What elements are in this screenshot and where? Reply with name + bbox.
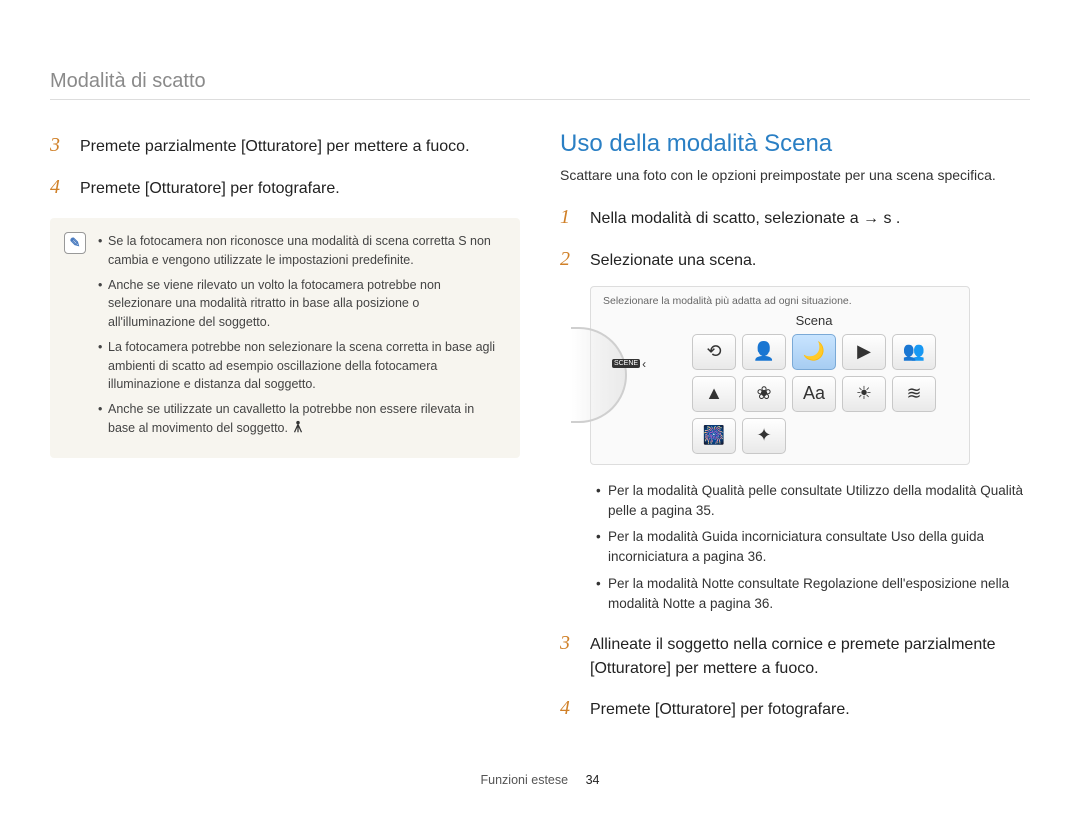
step-text: Selezionate una scena. (590, 249, 756, 273)
right-step-2: 2 Selezionate una scena. (560, 244, 1030, 274)
note-list: Se la fotocamera non riconosce una modal… (98, 232, 502, 438)
scene-notes-list: Per la modalità Qualità pelle consultate… (596, 481, 1030, 615)
tripod-icon (291, 420, 305, 434)
scene-note-item: Per la modalità Guida incorniciatura con… (596, 527, 1030, 568)
scene-icon-anti-shake[interactable]: ⟲ (692, 334, 736, 370)
scene-icon-text[interactable]: Aa (792, 376, 836, 412)
step-number: 4 (560, 693, 576, 723)
scene-badge-label: SCENE (612, 359, 640, 368)
right-step-3: 3 Allineate il soggetto nella cornice e … (560, 628, 1030, 681)
step-text: Premete [Otturatore] per fotografare. (590, 698, 850, 722)
scene-icon-night[interactable]: 🌙 (792, 334, 836, 370)
scene-note-item: Per la modalità Notte consultate Regolaz… (596, 574, 1030, 615)
step-text: Premete [Otturatore] per fotografare. (80, 177, 340, 201)
note-item: La fotocamera potrebbe non selezionare l… (98, 338, 502, 394)
step-number: 4 (50, 172, 66, 202)
scene-grid-title: Scena (667, 313, 961, 328)
scene-icon-firework[interactable]: 🎆 (692, 418, 736, 454)
page-header: Modalità di scatto (50, 70, 1030, 100)
scene-hint: Selezionare la modalità più adatta ad og… (603, 295, 957, 307)
left-step-4: 4 Premete [Otturatore] per fotografare. (50, 172, 520, 202)
footer-section: Funzioni estese (481, 773, 569, 787)
step-number: 1 (560, 202, 576, 232)
scene-icon-portrait[interactable]: 👤 (742, 334, 786, 370)
right-step-4: 4 Premete [Otturatore] per fotografare. (560, 693, 1030, 723)
note-box: ✎ Se la fotocamera non riconosce una mod… (50, 218, 520, 458)
scene-icon-sunset[interactable]: ☀ (842, 376, 886, 412)
chevron-left-icon: ‹ (642, 357, 646, 371)
scene-main: Scena ⟲ 👤 🌙 ▶ 👥 ▲ ❀ Aa ☀ ≋ 🎆 ✦ (667, 313, 961, 454)
page-footer: Funzioni estese 34 (0, 773, 1080, 787)
scene-icon-closeup[interactable]: ❀ (742, 376, 786, 412)
scene-icon-play[interactable]: ▶ (842, 334, 886, 370)
scene-mode-badge: SCENE ‹ (612, 357, 646, 371)
scene-panel: Selezionare la modalità più adatta ad og… (590, 286, 970, 465)
scene-icon-children[interactable]: 👥 (892, 334, 936, 370)
scene-icon-landscape[interactable]: ▲ (692, 376, 736, 412)
scene-body: SCENE ‹ Scena ⟲ 👤 🌙 ▶ 👥 ▲ ❀ Aa (599, 313, 961, 454)
step-text: Nella modalità di scatto, selezionate a … (590, 207, 900, 231)
scene-dial: SCENE ‹ (599, 313, 659, 371)
step-text: Allineate il soggetto nella cornice e pr… (590, 633, 1030, 681)
note-item: Se la fotocamera non riconosce una modal… (98, 232, 502, 270)
step-number: 3 (50, 130, 66, 160)
scene-icon-beach-snow[interactable]: ✦ (742, 418, 786, 454)
note-item: Anche se utilizzate un cavalletto la pot… (98, 400, 502, 438)
scene-icon-grid: ⟲ 👤 🌙 ▶ 👥 ▲ ❀ Aa ☀ ≋ 🎆 ✦ (667, 334, 961, 454)
scene-icon-dawn[interactable]: ≋ (892, 376, 936, 412)
scene-note-item: Per la modalità Qualità pelle consultate… (596, 481, 1030, 522)
section-title: Uso della modalità Scena (560, 130, 1030, 158)
step-number: 3 (560, 628, 576, 658)
content-columns: 3 Premete parzialmente [Otturatore] per … (50, 130, 1030, 735)
dial-arc-icon (571, 327, 627, 423)
right-column: Uso della modalità Scena Scattare una fo… (560, 130, 1030, 735)
page-number: 34 (586, 773, 600, 787)
right-step-1: 1 Nella modalità di scatto, selezionate … (560, 202, 1030, 232)
left-column: 3 Premete parzialmente [Otturatore] per … (50, 130, 520, 735)
note-icon: ✎ (64, 232, 86, 254)
section-subtitle: Scattare una foto con le opzioni preimpo… (560, 166, 1030, 186)
step-text: Premete parzialmente [Otturatore] per me… (80, 135, 470, 159)
left-step-3: 3 Premete parzialmente [Otturatore] per … (50, 130, 520, 160)
note-item: Anche se viene rilevato un volto la foto… (98, 276, 502, 332)
step-number: 2 (560, 244, 576, 274)
